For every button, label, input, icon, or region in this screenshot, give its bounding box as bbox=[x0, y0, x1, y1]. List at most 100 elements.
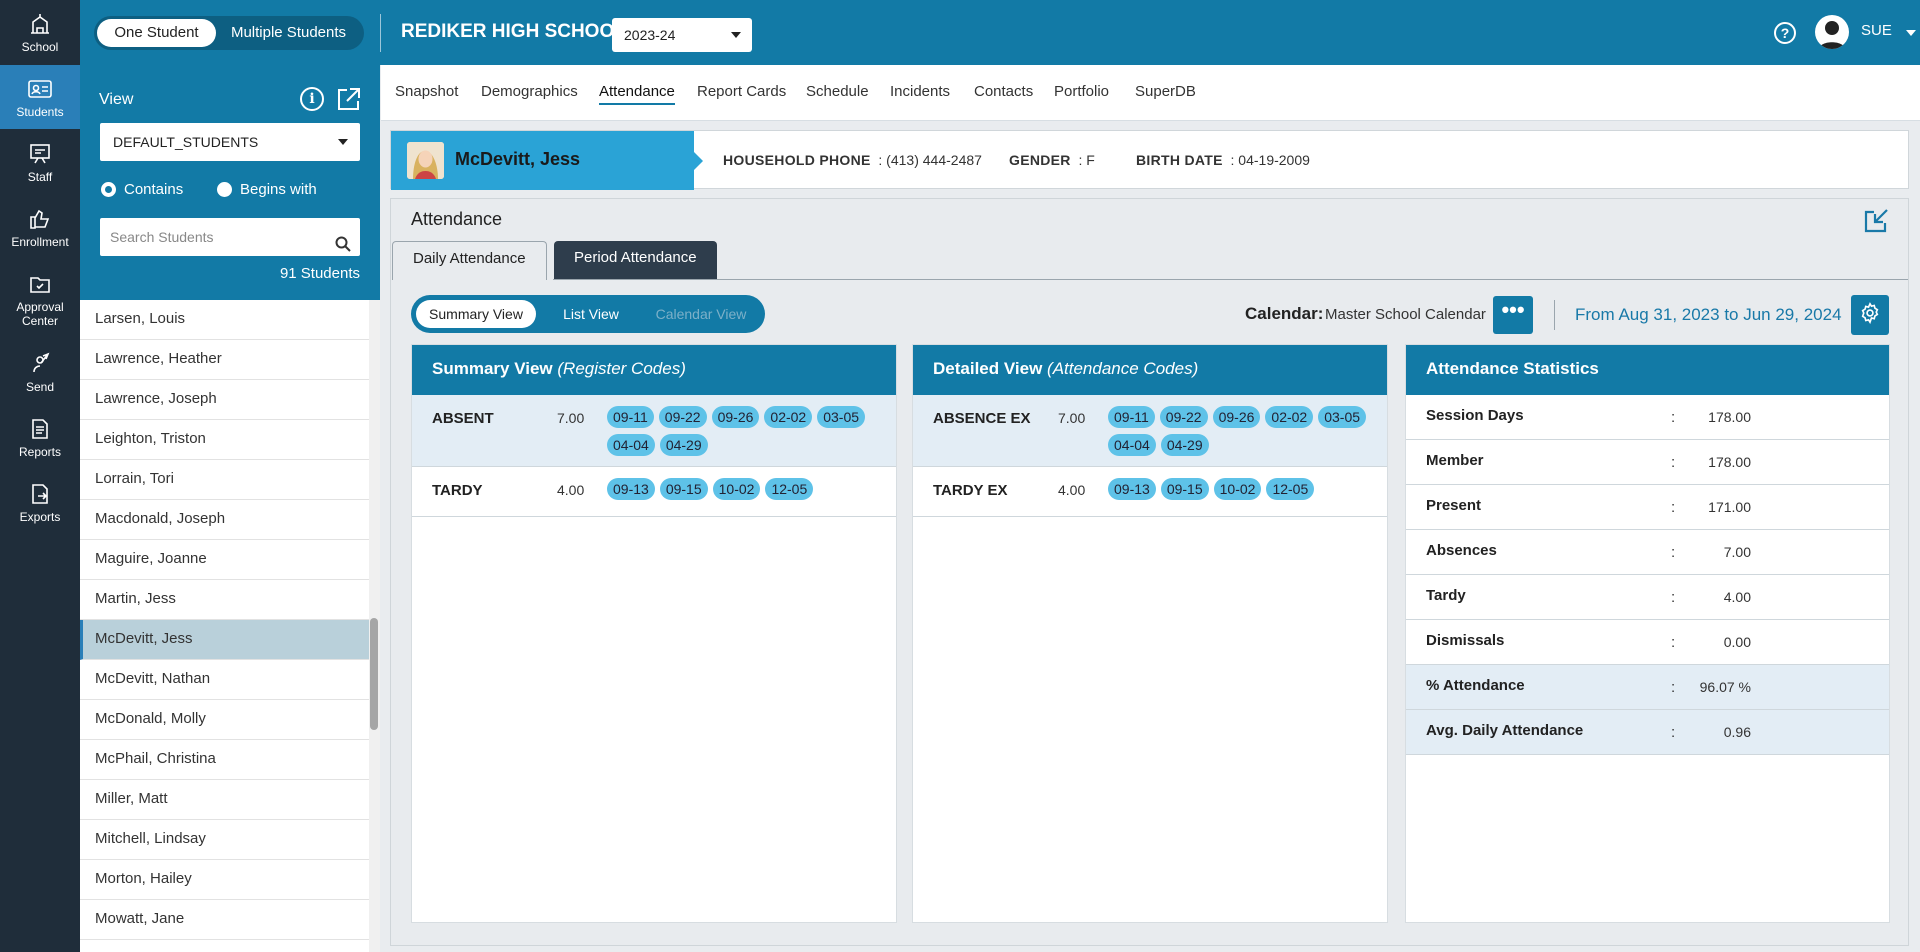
list-item-student[interactable]: Martin, Jess bbox=[80, 580, 380, 620]
stat-separator: : bbox=[1671, 544, 1676, 561]
birth-value: : 04-19-2009 bbox=[1230, 152, 1310, 168]
rail-reports[interactable]: Reports bbox=[0, 405, 80, 469]
list-item-student[interactable]: Lawrence, Joseph bbox=[80, 380, 380, 420]
date-chip[interactable]: 04-04 bbox=[1108, 434, 1156, 456]
date-chip[interactable]: 09-22 bbox=[658, 406, 707, 428]
radio-begins-with[interactable]: Begins with bbox=[217, 181, 317, 198]
birth-label: BIRTH DATE bbox=[1136, 152, 1223, 168]
list-item-student[interactable]: Mowatt, Jane bbox=[80, 900, 380, 940]
tab-demographics[interactable]: Demographics bbox=[481, 83, 578, 100]
list-item-student[interactable]: McDonald, Molly bbox=[80, 700, 380, 740]
list-item-student[interactable]: McDevitt, Nathan bbox=[80, 660, 380, 700]
list-item-student[interactable]: Mitchell, Lindsay bbox=[80, 820, 380, 860]
list-item-student[interactable]: Lorrain, Tori bbox=[80, 460, 380, 500]
date-chip[interactable]: 03-05 bbox=[817, 406, 866, 428]
list-item-student[interactable]: Macdonald, Joseph bbox=[80, 500, 380, 540]
list-item-student[interactable]: Miller, Matt bbox=[80, 780, 380, 820]
radio-contains-dot[interactable] bbox=[101, 182, 116, 197]
search-icon[interactable] bbox=[335, 228, 351, 266]
stat-value: 96.07 % bbox=[1699, 679, 1751, 695]
date-chip[interactable]: 09-13 bbox=[607, 478, 655, 500]
tab-report-cards[interactable]: Report Cards bbox=[697, 83, 786, 100]
list-view-option[interactable]: List View bbox=[541, 300, 641, 328]
external-link-icon[interactable] bbox=[336, 86, 362, 117]
rail-send[interactable]: Send bbox=[0, 340, 80, 404]
gender-label: GENDER bbox=[1009, 152, 1071, 168]
rail-students[interactable]: Students bbox=[0, 65, 80, 129]
year-select[interactable]: 2023-24 bbox=[612, 18, 752, 52]
list-item-student[interactable]: Maguire, Joanne bbox=[80, 540, 380, 580]
date-chip[interactable]: 10-02 bbox=[1213, 478, 1262, 500]
date-range: From Aug 31, 2023 to Jun 29, 2024 bbox=[1575, 305, 1842, 324]
date-chip[interactable]: 03-05 bbox=[1318, 406, 1367, 428]
date-chip[interactable]: 09-15 bbox=[1160, 478, 1209, 500]
date-chip[interactable]: 09-13 bbox=[1108, 478, 1156, 500]
search-input[interactable]: Search Students bbox=[100, 218, 360, 256]
date-chip[interactable]: 09-11 bbox=[1108, 406, 1155, 428]
detailed-title: Detailed View bbox=[933, 359, 1043, 378]
summary-subtitle: (Register Codes) bbox=[557, 359, 686, 378]
date-chip[interactable]: 09-22 bbox=[1159, 406, 1208, 428]
radio-begins-dot[interactable] bbox=[217, 182, 232, 197]
calendar-value: Master School Calendar bbox=[1325, 306, 1486, 323]
date-chip[interactable]: 09-15 bbox=[659, 478, 708, 500]
code-row: ABSENCE EX 7.00 09-11 09-22 09-26 02-02 03-05 0… bbox=[913, 395, 1387, 467]
date-chip[interactable]: 04-29 bbox=[659, 434, 708, 456]
date-chip[interactable]: 12-05 bbox=[1266, 478, 1315, 500]
tab-contacts[interactable]: Contacts bbox=[974, 83, 1033, 100]
multiple-students-option[interactable]: Multiple Students bbox=[216, 19, 361, 47]
stat-label: Avg. Daily Attendance bbox=[1426, 722, 1584, 739]
scrollbar-thumb[interactable] bbox=[370, 618, 378, 730]
tab-portfolio[interactable]: Portfolio bbox=[1054, 83, 1109, 100]
tab-snapshot[interactable]: Snapshot bbox=[395, 83, 458, 100]
gear-icon bbox=[1859, 301, 1881, 329]
summary-title: Summary View bbox=[432, 359, 553, 378]
tab-daily-attendance[interactable]: Daily Attendance bbox=[392, 241, 547, 280]
date-chip[interactable]: 09-26 bbox=[1212, 406, 1261, 428]
send-icon bbox=[27, 351, 53, 377]
tab-attendance[interactable]: Attendance bbox=[599, 83, 675, 105]
view-select-value: DEFAULT_STUDENTS bbox=[113, 134, 259, 150]
user-menu[interactable]: SUE bbox=[1861, 22, 1916, 39]
date-chip[interactable]: 02-02 bbox=[764, 406, 813, 428]
date-chip[interactable]: 09-11 bbox=[607, 406, 654, 428]
tab-schedule[interactable]: Schedule bbox=[806, 83, 869, 100]
rail-enrollment[interactable]: Enrollment bbox=[0, 195, 80, 259]
date-chip[interactable]: 10-02 bbox=[712, 478, 761, 500]
list-item-student[interactable]: McPhail, Christina bbox=[80, 740, 380, 780]
summary-view-option[interactable]: Summary View bbox=[416, 300, 536, 328]
radio-contains[interactable]: Contains bbox=[101, 181, 183, 198]
more-options-button[interactable]: ••• bbox=[1493, 296, 1533, 334]
calendar-label: Calendar: bbox=[1245, 304, 1324, 323]
chevron-down-icon bbox=[1906, 30, 1916, 36]
rail-exports[interactable]: Exports bbox=[0, 470, 80, 534]
date-chip[interactable]: 12-05 bbox=[765, 478, 814, 500]
date-chip[interactable]: 02-02 bbox=[1265, 406, 1314, 428]
list-item-student[interactable]: McDevitt, Jess bbox=[80, 620, 380, 660]
info-icon[interactable]: i bbox=[300, 87, 324, 111]
list-item-student[interactable]: Morton, Hailey bbox=[80, 860, 380, 900]
rail-staff[interactable]: Staff bbox=[0, 130, 80, 194]
one-student-option[interactable]: One Student bbox=[97, 19, 216, 47]
rail-school[interactable]: School bbox=[0, 0, 80, 64]
date-chip[interactable]: 04-29 bbox=[1160, 434, 1209, 456]
stat-value: 4.00 bbox=[1723, 589, 1751, 605]
rail-approval-center[interactable]: Approval Center bbox=[0, 262, 80, 336]
stat-label: % Attendance bbox=[1426, 677, 1525, 694]
help-icon[interactable]: ? bbox=[1774, 22, 1796, 44]
stat-separator: : bbox=[1671, 724, 1676, 741]
list-item-student[interactable]: Leighton, Triston bbox=[80, 420, 380, 460]
popout-icon[interactable] bbox=[1862, 207, 1890, 240]
list-item-student[interactable]: Larsen, Louis bbox=[80, 300, 380, 340]
date-chips: 09-11 09-22 09-26 02-02 03-05 04-04 04-29 bbox=[1108, 406, 1378, 456]
avatar[interactable] bbox=[1815, 15, 1849, 49]
list-item-student[interactable]: Lawrence, Heather bbox=[80, 340, 380, 380]
date-chip[interactable]: 04-04 bbox=[607, 434, 655, 456]
date-chips: 09-11 09-22 09-26 02-02 03-05 04-04 04-29 bbox=[607, 406, 877, 456]
tab-period-attendance[interactable]: Period Attendance bbox=[554, 241, 717, 279]
view-select[interactable]: DEFAULT_STUDENTS bbox=[100, 123, 360, 161]
tab-incidents[interactable]: Incidents bbox=[890, 83, 950, 100]
date-chip[interactable]: 09-26 bbox=[711, 406, 760, 428]
tab-superdb[interactable]: SuperDB bbox=[1135, 83, 1196, 100]
settings-button[interactable] bbox=[1851, 295, 1889, 335]
